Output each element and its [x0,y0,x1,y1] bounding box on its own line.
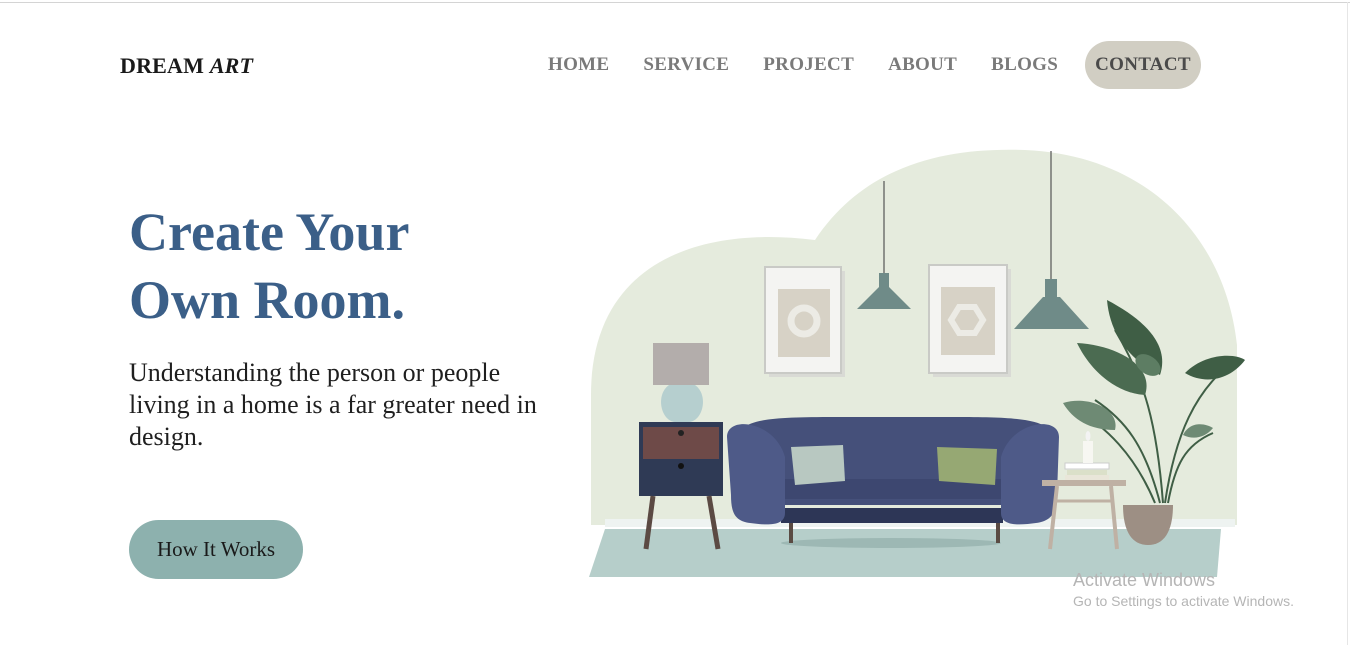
how-it-works-button[interactable]: How It Works [129,520,303,579]
nav-contact-button[interactable]: CONTACT [1085,41,1201,89]
watermark-subtitle: Go to Settings to activate Windows. [1073,593,1294,609]
picture-frame-icon [764,266,845,377]
hero-subtext: Understanding the person or people livin… [129,358,537,451]
headline-line-2: Own Room. [129,270,406,330]
headline-line-1: Create Your [129,202,410,262]
nav-project[interactable]: PROJECT [746,41,871,89]
picture-frame-icon [928,264,1011,377]
main-nav: HOME SERVICE PROJECT ABOUT BLOGS CONTACT [531,41,1201,89]
logo-main: DREAM [120,53,205,78]
sofa-icon [727,417,1059,548]
nav-service[interactable]: SERVICE [626,41,746,89]
nav-about[interactable]: ABOUT [871,41,974,89]
living-room-illustration [589,149,1245,577]
top-border [0,2,1350,3]
right-border [1347,2,1348,645]
nav-blogs[interactable]: BLOGS [974,41,1075,89]
windows-activation-watermark: Activate Windows Go to Settings to activ… [1073,570,1294,609]
logo-accent: ART [209,53,254,78]
nav-home[interactable]: HOME [531,41,626,89]
hero-headline: Create Your Own Room. [129,198,409,334]
logo[interactable]: DREAM ART [120,53,253,79]
watermark-title: Activate Windows [1073,570,1216,590]
